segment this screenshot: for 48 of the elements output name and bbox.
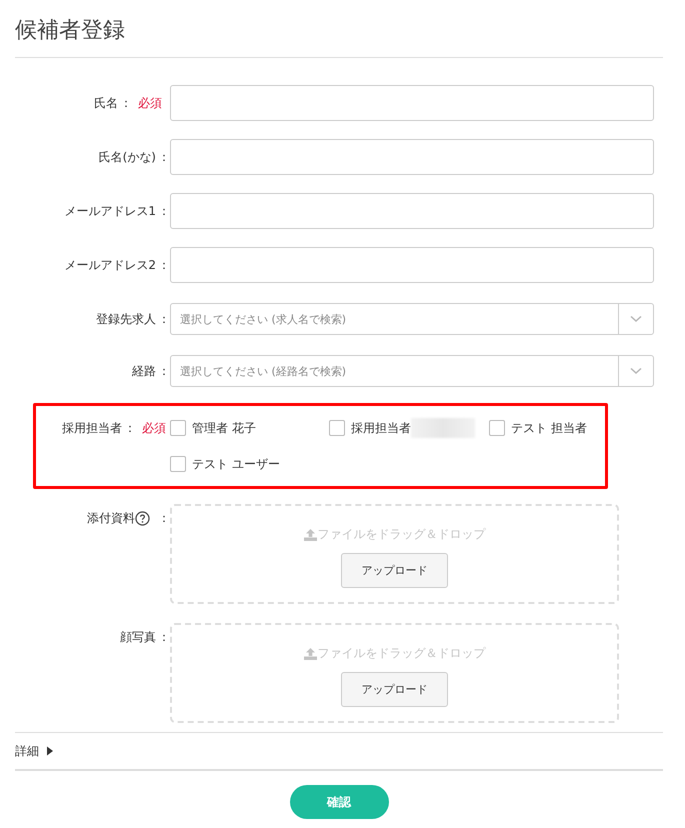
details-toggle[interactable]: 詳細 (15, 742, 39, 760)
required-mark: 必須 (142, 420, 166, 436)
checkbox-label[interactable]: テスト ユーザー (192, 456, 280, 472)
field-label: 経路 (132, 362, 156, 380)
colon: ： (158, 148, 170, 166)
field-label: 採用担当者 (62, 420, 122, 436)
select-field[interactable]: 選択してください (経路名で検索) (170, 355, 654, 387)
colon: ： (158, 310, 170, 328)
chevron-down-icon (630, 315, 642, 323)
upload-icon (304, 528, 316, 540)
input-field[interactable] (170, 85, 654, 121)
input-field[interactable] (170, 247, 654, 283)
drop-hint: ファイルをドラッグ＆ドロップ (318, 526, 486, 543)
colon: ： (120, 94, 132, 112)
input-field[interactable] (170, 139, 654, 175)
field-label: メールアドレス1 (64, 202, 156, 220)
checkbox-label[interactable]: 採用担当者 (351, 420, 411, 436)
checkbox[interactable] (170, 456, 186, 472)
chevron-down-icon (630, 367, 642, 375)
required-mark: 必須 (138, 94, 162, 112)
colon: ： (158, 510, 170, 527)
colon: ： (158, 362, 170, 380)
checkbox-label[interactable]: 管理者 花子 (192, 420, 256, 436)
checkbox[interactable] (489, 420, 505, 436)
drop-zone[interactable]: ファイルをドラッグ＆ドロップ アップロード (170, 504, 619, 604)
upload-button[interactable]: アップロード (341, 672, 448, 707)
field-label: 添付資料 (87, 510, 135, 527)
colon: ： (158, 629, 170, 646)
checkbox[interactable] (170, 420, 186, 436)
page-title: 候補者登録 (15, 17, 126, 45)
field-label: 顔写真 (120, 629, 156, 646)
field-label: 氏名 (94, 94, 118, 112)
colon: ： (124, 420, 136, 436)
help-icon[interactable] (135, 511, 150, 526)
colon: ： (158, 256, 170, 274)
checkbox[interactable] (329, 420, 345, 436)
input-field[interactable] (170, 193, 654, 229)
checkbox-label[interactable]: テスト 担当者 (511, 420, 587, 436)
upload-button[interactable]: アップロード (341, 553, 448, 588)
field-label: 氏名(かな) (98, 148, 156, 166)
field-label: メールアドレス2 (64, 256, 156, 274)
caret-icon[interactable] (46, 746, 54, 756)
select-field[interactable]: 選択してください (求人名で検索) (170, 303, 654, 335)
field-label: 登録先求人 (96, 310, 156, 328)
upload-icon (304, 648, 316, 660)
drop-hint: ファイルをドラッグ＆ドロップ (318, 645, 486, 662)
drop-zone[interactable]: ファイルをドラッグ＆ドロップ アップロード (170, 623, 619, 723)
colon: ： (158, 202, 170, 220)
